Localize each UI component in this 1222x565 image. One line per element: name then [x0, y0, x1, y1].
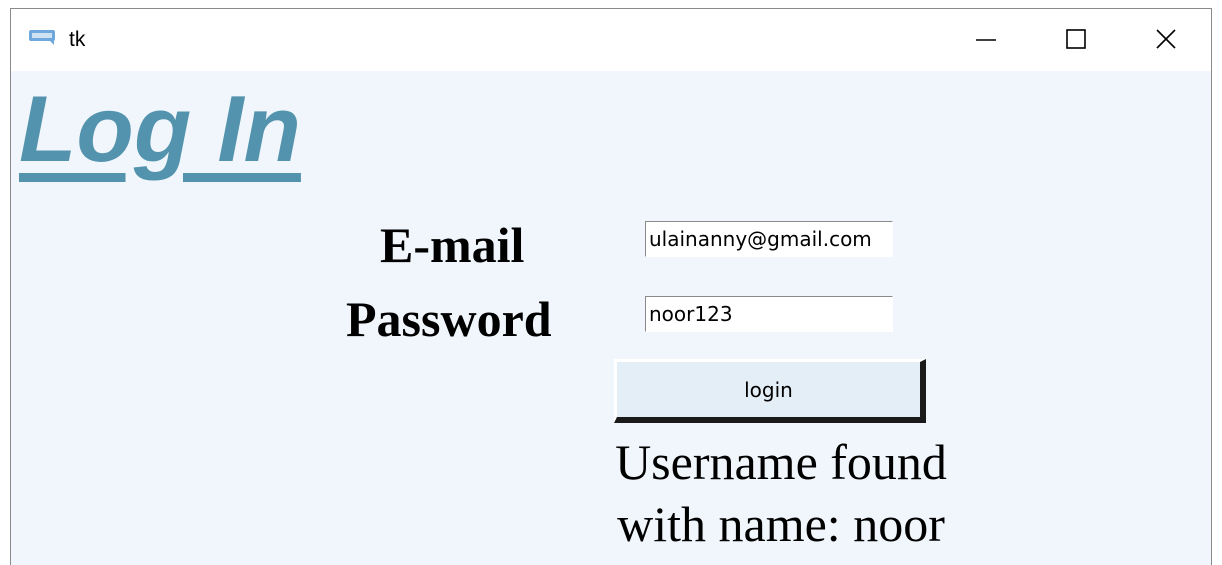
- close-icon: [1156, 29, 1176, 49]
- minimize-icon: [976, 39, 996, 41]
- login-app-icon: [29, 30, 55, 45]
- status-message-line2: with name: noor: [617, 496, 945, 552]
- close-button[interactable]: [1144, 19, 1188, 59]
- password-label: Password: [346, 291, 552, 347]
- email-label: E-mail: [380, 217, 525, 273]
- app-window: tk Log In E-mail Password login Username…: [10, 8, 1212, 565]
- window-title: tk: [69, 28, 86, 51]
- page-title: Log In: [19, 76, 301, 181]
- minimize-button[interactable]: [964, 19, 1008, 59]
- status-message-line1: Username found: [615, 434, 947, 490]
- status-message: Username found with name: noor: [571, 431, 991, 555]
- maximize-button[interactable]: [1054, 19, 1098, 59]
- maximize-icon: [1066, 29, 1086, 49]
- login-form-area: Log In E-mail Password login Username fo…: [11, 71, 1211, 565]
- title-bar[interactable]: tk: [11, 9, 1211, 71]
- login-button[interactable]: login: [614, 359, 926, 423]
- password-field[interactable]: [645, 296, 893, 332]
- email-field[interactable]: [645, 221, 893, 257]
